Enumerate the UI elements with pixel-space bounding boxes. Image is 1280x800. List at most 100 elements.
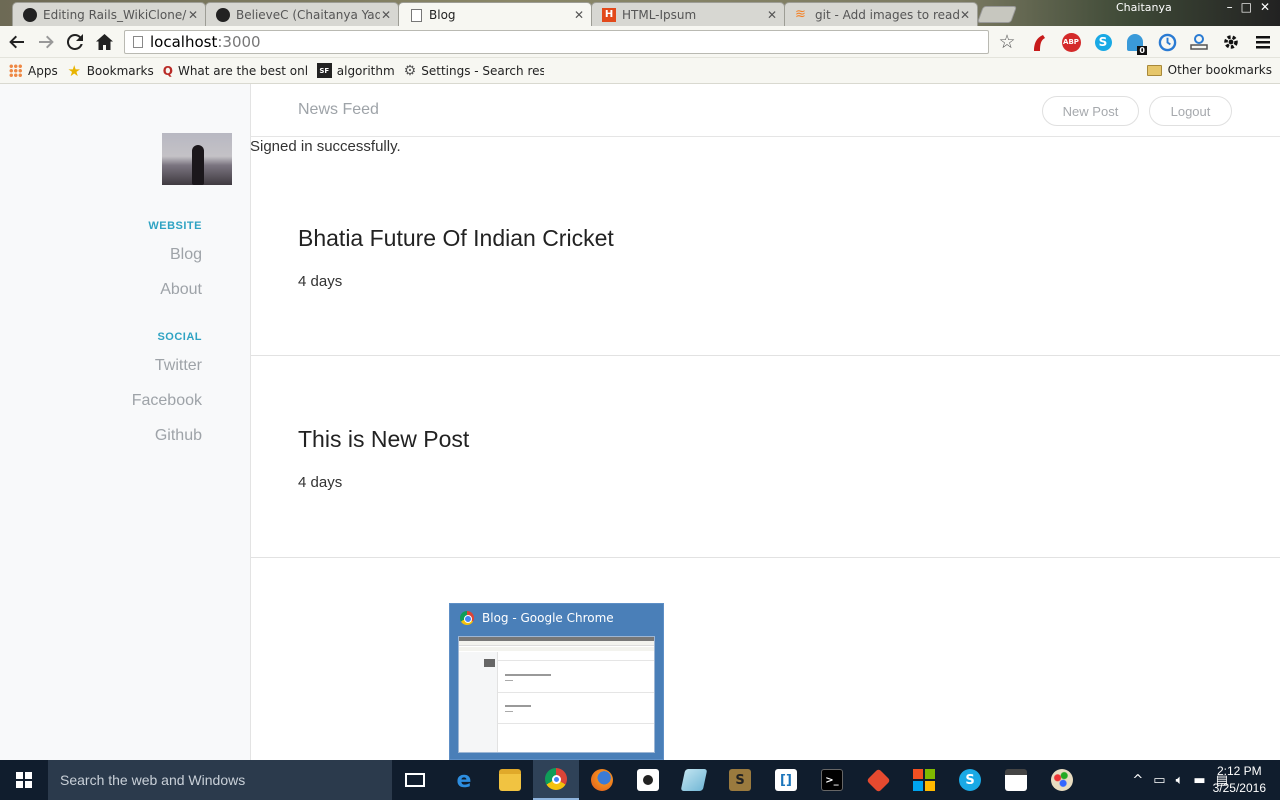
other-bookmarks-label: Other bookmarks <box>1167 63 1272 77</box>
post-title-link[interactable]: Bhatia Future Of Indian Cricket <box>298 225 614 252</box>
skype-icon[interactable]: S <box>947 760 993 800</box>
sidebar-link-github[interactable]: Github <box>155 427 202 445</box>
back-arrow-icon[interactable] <box>5 30 29 54</box>
url-port: :3000 <box>217 33 261 51</box>
file-explorer-icon[interactable] <box>487 760 533 800</box>
start-button[interactable] <box>0 760 48 800</box>
other-bookmarks[interactable]: Other bookmarks <box>1146 63 1272 77</box>
tab-close-icon[interactable]: ✕ <box>573 8 585 22</box>
tab-close-icon[interactable]: ✕ <box>766 8 778 22</box>
tab-close-icon[interactable]: ✕ <box>380 8 392 22</box>
html-ipsum-icon: H <box>602 7 616 22</box>
github-icon <box>23 7 37 22</box>
tab-title: BelieveC (Chaitanya Yadav <box>236 7 380 22</box>
sidebar-link-blog[interactable]: Blog <box>170 246 202 264</box>
address-bar[interactable]: localhost:3000 <box>124 30 989 54</box>
taskbar-window-preview[interactable]: Blog - Google Chrome <box>449 603 664 760</box>
new-post-button[interactable]: New Post <box>1042 96 1139 126</box>
chrome-icon[interactable] <box>533 760 579 800</box>
post-time: 4 days <box>298 273 343 290</box>
chevron-up-icon[interactable]: ^ <box>1132 773 1143 788</box>
stackoverflow-icon: ≋ <box>795 6 806 22</box>
profile-name[interactable]: Chaitanya <box>1116 1 1172 14</box>
battery-icon[interactable]: ▬ <box>1193 773 1205 788</box>
browser-toolbar: localhost:3000 ☆ ABP S 0 <box>0 26 1280 58</box>
tab-html-ipsum[interactable]: H HTML-Ipsum ✕ <box>591 2 785 26</box>
lastpass-icon[interactable] <box>1029 32 1049 52</box>
forward-arrow-icon[interactable] <box>34 30 58 54</box>
windows-store-icon[interactable] <box>901 760 947 800</box>
quora-icon: Q <box>162 63 173 78</box>
settings-gear-icon[interactable] <box>1221 32 1241 52</box>
bookmark-label: Apps <box>28 63 58 78</box>
home-icon[interactable] <box>92 30 116 54</box>
reload-icon[interactable] <box>63 30 87 54</box>
close-window-icon[interactable]: ✕ <box>1260 0 1270 14</box>
bookmark-label: What are the best onl <box>177 63 308 78</box>
preview-thumbnail <box>458 636 655 753</box>
ghostery-icon[interactable]: 0 <box>1125 32 1147 55</box>
apps-grid-icon <box>8 63 23 78</box>
news-feed-link[interactable]: News Feed <box>298 101 379 119</box>
clock-date: 3/25/2016 <box>1212 781 1266 795</box>
sf-icon: SF <box>316 63 332 78</box>
git-icon[interactable] <box>855 760 901 800</box>
github-icon <box>216 7 230 22</box>
tab-blog[interactable]: Blog ✕ <box>398 2 592 26</box>
edge-icon[interactable]: e <box>441 760 487 800</box>
brackets-icon[interactable]: [] <box>763 760 809 800</box>
sidebar-link-facebook[interactable]: Facebook <box>132 392 202 410</box>
tab-close-icon[interactable]: ✕ <box>959 8 971 22</box>
minimize-icon[interactable]: – <box>1227 0 1233 14</box>
task-view-icon[interactable] <box>392 760 438 800</box>
post-item: This is New Post 4 days <box>251 356 1280 558</box>
page-icon <box>409 8 423 22</box>
terminal-icon[interactable]: >_ <box>809 760 855 800</box>
new-tab-button[interactable] <box>976 6 1018 23</box>
tab-git-readme[interactable]: ≋ git - Add images to readm ✕ <box>784 2 978 26</box>
post-item: Bhatia Future Of Indian Cricket 4 days <box>251 138 1280 356</box>
sublime-icon[interactable]: S <box>717 760 763 800</box>
star-icon[interactable]: ☆ <box>997 31 1017 53</box>
sidebar-link-about[interactable]: About <box>160 281 202 299</box>
maximize-icon[interactable]: □ <box>1241 0 1252 14</box>
chrome-icon <box>460 611 474 625</box>
downloads-icon[interactable] <box>1189 32 1209 52</box>
bookmark-apps[interactable]: Apps <box>8 63 58 78</box>
network-icon[interactable]: ▭ <box>1153 773 1165 788</box>
folder-icon <box>1146 64 1162 76</box>
page-info-icon[interactable] <box>133 36 143 48</box>
camera-icon[interactable] <box>625 760 671 800</box>
preview-title: Blog - Google Chrome <box>460 611 614 625</box>
logout-button[interactable]: Logout <box>1149 96 1232 126</box>
taskbar-clock[interactable]: 2:12 PM 3/25/2016 <box>1213 763 1266 797</box>
bookmark-bookmarks[interactable]: ★ Bookmarks <box>67 63 153 78</box>
sidebar-link-twitter[interactable]: Twitter <box>155 357 202 375</box>
star-bookmark-icon: ★ <box>67 63 81 78</box>
notepad-icon[interactable] <box>671 760 717 800</box>
skype-icon[interactable]: S <box>1093 32 1113 52</box>
tab-believec[interactable]: BelieveC (Chaitanya Yadav ✕ <box>205 2 399 26</box>
taskbar-search-input[interactable]: Search the web and Windows <box>48 760 392 800</box>
bookmark-algorithm[interactable]: SF algorithm <box>316 63 395 78</box>
preview-title-text: Blog - Google Chrome <box>482 611 614 625</box>
volume-icon[interactable]: 🔈︎ <box>1176 773 1184 788</box>
adblock-icon[interactable]: ABP <box>1061 32 1081 52</box>
tab-close-icon[interactable]: ✕ <box>187 8 199 22</box>
bookmark-quora[interactable]: Q What are the best onl <box>163 63 308 78</box>
tab-editing-rails[interactable]: Editing Rails_WikiClone/R ✕ <box>12 2 206 26</box>
tab-title: HTML-Ipsum <box>622 7 697 22</box>
post-title-link[interactable]: This is New Post <box>298 426 469 453</box>
bookmark-settings[interactable]: ⚙ Settings - Search resu <box>404 63 544 78</box>
bookmarks-bar: Apps ★ Bookmarks Q What are the best onl… <box>0 58 1280 84</box>
avatar <box>162 133 232 185</box>
paint-icon[interactable] <box>1039 760 1085 800</box>
firefox-icon[interactable] <box>579 760 625 800</box>
history-icon[interactable] <box>1157 32 1177 52</box>
tab-title: git - Add images to readm <box>815 7 959 22</box>
movie-maker-icon[interactable] <box>993 760 1039 800</box>
menu-icon[interactable] <box>1253 32 1273 52</box>
website-heading: WEBSITE <box>148 220 202 232</box>
post-time: 4 days <box>298 474 343 491</box>
sidebar: WEBSITE Blog About SOCIAL Twitter Facebo… <box>0 84 251 760</box>
